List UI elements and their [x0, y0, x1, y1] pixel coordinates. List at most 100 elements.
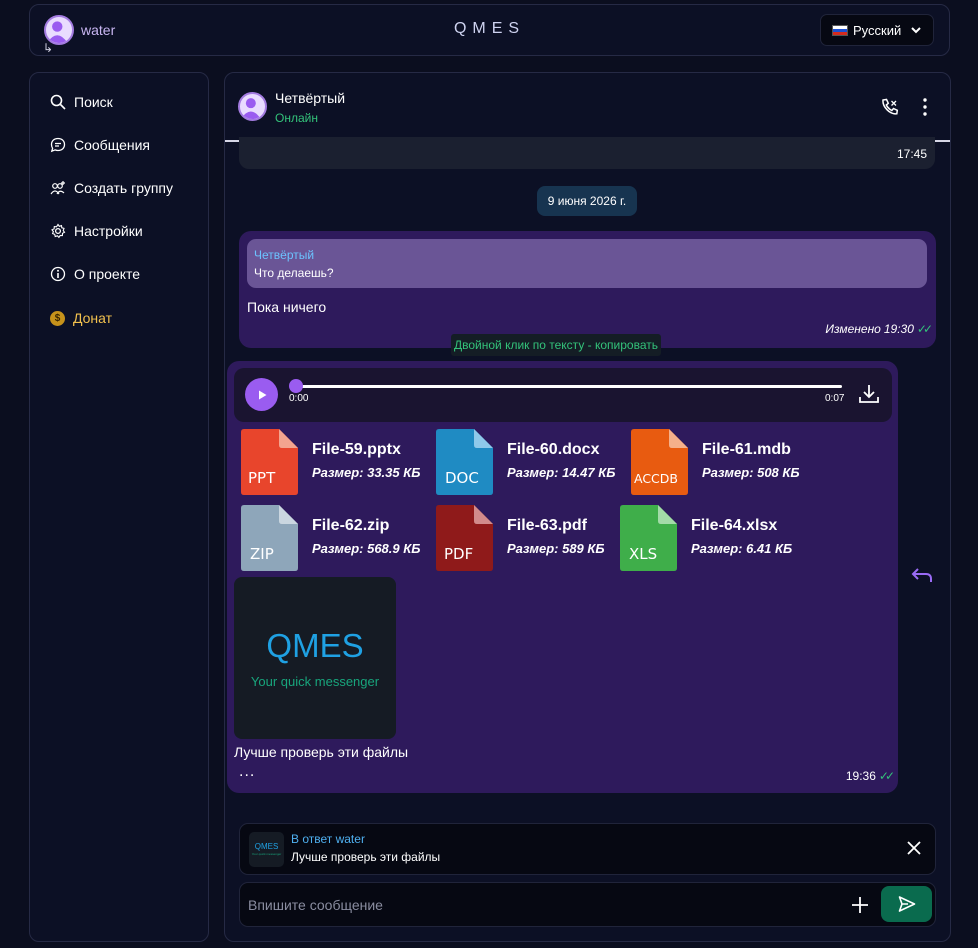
message-more-button[interactable]: ...	[239, 763, 255, 781]
reply-label: В ответ water	[291, 832, 365, 846]
file-attachment[interactable]: PPT File-59.pptx Размер: 33.35 КБ	[241, 429, 431, 495]
message-text[interactable]: Лучше проверь эти файлы	[234, 744, 408, 760]
sidebar-item-search[interactable]: Поиск	[50, 92, 113, 112]
sidebar-item-messages[interactable]: Сообщения	[50, 135, 150, 155]
search-icon	[50, 94, 66, 110]
quote-text: Что делаешь?	[254, 266, 334, 280]
file-size: Размер: 14.47 КБ	[507, 465, 616, 480]
close-icon[interactable]	[905, 839, 923, 857]
language-label: Русский	[853, 22, 902, 38]
logout-icon[interactable]: ↳	[43, 41, 53, 55]
file-name: File-62.zip	[312, 517, 390, 534]
add-group-icon	[50, 181, 65, 195]
messages-icon	[50, 137, 66, 153]
file-attachment[interactable]: DOC File-60.docx Размер: 14.47 КБ	[436, 429, 626, 495]
message-text[interactable]: Пока ничего	[247, 299, 326, 315]
audio-progress-track[interactable]	[296, 385, 842, 388]
download-icon[interactable]	[857, 382, 881, 406]
reply-icon[interactable]	[911, 566, 933, 584]
plus-icon[interactable]	[849, 894, 871, 916]
file-type-label: ZIP	[250, 545, 274, 563]
file-size: Размер: 589 КБ	[507, 541, 605, 556]
gear-icon	[51, 223, 66, 239]
reply-preview: QMES Your quick messenger В ответ water …	[239, 823, 936, 875]
chevron-down-icon	[911, 27, 921, 34]
read-check-icon: ✓✓	[916, 322, 933, 336]
image-subtitle: Your quick messenger	[250, 674, 380, 689]
sidebar-item-label: Создать группу	[74, 180, 173, 196]
sidebar-item-about[interactable]: О проекте	[50, 264, 140, 284]
top-bar: water ↳ QMES Русский	[29, 4, 950, 56]
more-vertical-icon[interactable]	[916, 97, 934, 117]
avatar-person-icon	[240, 98, 261, 119]
message-meta: 19:36 ✓✓	[846, 769, 895, 783]
previous-message[interactable]: 17:45	[239, 137, 935, 169]
reply-thumb-title: QMES	[254, 842, 279, 851]
sidebar-item-label: Сообщения	[74, 137, 150, 153]
message-bubble-files[interactable]: 0:00 0:07 PPT File-59.pptx Размер: 33.35…	[227, 361, 898, 793]
file-type-label: PDF	[444, 545, 473, 563]
file-type-label: ACCDB	[634, 471, 678, 486]
mdb-file-icon: ACCDB	[631, 429, 688, 495]
contact-name: Четвёртый	[275, 90, 346, 106]
audio-progress-handle[interactable]	[289, 379, 303, 393]
file-name: File-63.pdf	[507, 517, 588, 534]
send-button[interactable]	[881, 886, 932, 922]
file-size: Размер: 508 КБ	[702, 465, 800, 480]
play-icon	[258, 390, 266, 399]
contact-avatar[interactable]	[238, 92, 267, 121]
file-attachment[interactable]: XLS File-64.xlsx Размер: 6.41 КБ	[620, 505, 810, 571]
message-bubble[interactable]: Четвёртый Что делаешь? Пока ничего Измен…	[239, 231, 936, 348]
file-name: File-59.pptx	[312, 441, 401, 458]
app-brand: QMES	[453, 20, 526, 37]
sidebar-item-label: Поиск	[74, 94, 113, 110]
pdf-file-icon: PDF	[436, 505, 493, 571]
image-title: QMES	[266, 627, 364, 664]
file-name: File-60.docx	[507, 441, 600, 458]
sidebar-item-label: О проекте	[74, 266, 141, 282]
date-separator: 9 июня 2026 г.	[537, 186, 637, 216]
phone-call-icon[interactable]	[880, 97, 900, 117]
message-input[interactable]	[248, 893, 838, 917]
sidebar-item-label: Донат	[73, 310, 113, 326]
language-select[interactable]: Русский	[820, 14, 934, 46]
message-time: 19:30	[883, 322, 914, 336]
file-size: Размер: 33.35 КБ	[312, 465, 421, 480]
file-size: Размер: 6.41 КБ	[691, 541, 793, 556]
chat-panel: Четвёртый Онлайн 17:45 9 июня 2026 г. Че…	[224, 72, 951, 942]
reply-text: Лучше проверь эти файлы	[291, 850, 441, 864]
message-meta: Изменено 19:30 ✓✓	[825, 322, 933, 336]
file-name: File-61.mdb	[702, 441, 791, 458]
file-attachment[interactable]: ZIP File-62.zip Размер: 568.9 КБ	[241, 505, 431, 571]
message-time: 17:45	[896, 147, 927, 161]
xlsx-file-icon: XLS	[620, 505, 677, 571]
read-check-icon: ✓✓	[878, 769, 895, 783]
pptx-file-icon: PPT	[241, 429, 298, 495]
sidebar-item-create-group[interactable]: Создать группу	[50, 178, 173, 198]
file-type-label: XLS	[629, 545, 657, 563]
quote-author: Четвёртый	[254, 248, 315, 262]
image-attachment[interactable]: QMES Your quick messenger	[234, 577, 396, 739]
chat-header: Четвёртый Онлайн	[225, 73, 950, 142]
sidebar: Поиск Сообщения Создать группу Настройки…	[29, 72, 209, 942]
audio-player: 0:00 0:07	[234, 368, 892, 422]
reply-thumb-subtitle: Your quick messenger	[251, 852, 282, 856]
docx-file-icon: DOC	[436, 429, 493, 495]
message-composer	[239, 882, 936, 927]
audio-current-time: 0:00	[289, 393, 309, 404]
file-size: Размер: 568.9 КБ	[312, 541, 421, 556]
coin-icon: $	[50, 310, 65, 326]
file-attachment[interactable]: PDF File-63.pdf Размер: 589 КБ	[436, 505, 616, 571]
sidebar-item-label: Настройки	[74, 223, 143, 239]
copy-tooltip: Двойной клик по тексту - копировать	[451, 334, 661, 356]
quoted-message[interactable]: Четвёртый Что делаешь?	[247, 239, 927, 288]
send-icon	[898, 896, 915, 912]
file-attachment[interactable]: ACCDB File-61.mdb Размер: 508 КБ	[631, 429, 821, 495]
sidebar-item-settings[interactable]: Настройки	[50, 221, 143, 241]
flag-ru-icon	[832, 24, 848, 36]
info-icon	[50, 266, 66, 282]
sidebar-item-donate[interactable]: $ Донат	[50, 308, 112, 328]
play-button[interactable]	[245, 378, 278, 411]
file-type-label: PPT	[248, 469, 276, 487]
audio-duration: 0:07	[825, 393, 845, 404]
